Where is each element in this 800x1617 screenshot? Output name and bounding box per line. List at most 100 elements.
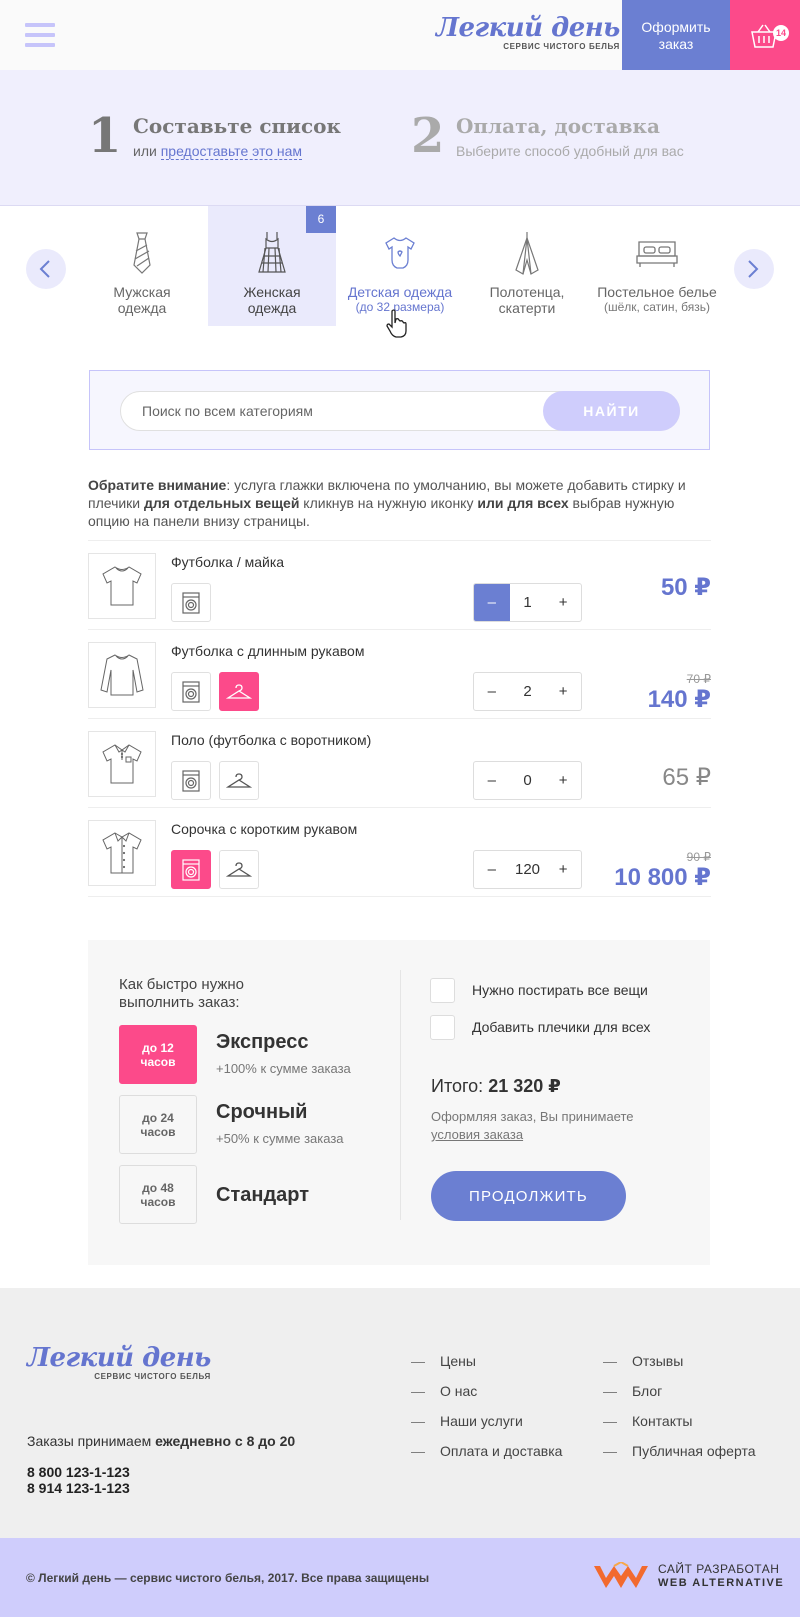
order-total: Итого: 21 320 ₽ bbox=[431, 1076, 561, 1097]
phone-number[interactable]: 8 800 123-1-123 bbox=[27, 1464, 130, 1480]
wash-toggle[interactable] bbox=[171, 583, 211, 622]
panel-divider bbox=[400, 970, 401, 1220]
category-women[interactable]: 6 Женская одежда bbox=[208, 206, 336, 326]
terms-link[interactable]: условия заказа bbox=[431, 1127, 523, 1142]
washing-machine-icon bbox=[182, 680, 200, 703]
wash-toggle[interactable] bbox=[171, 850, 211, 889]
category-bedding[interactable]: Постельное белье (шёлк, сатин, бязь) bbox=[590, 206, 724, 326]
increase-button[interactable]: + bbox=[545, 584, 581, 621]
hangers-all-checkbox[interactable] bbox=[430, 1015, 455, 1040]
item-price: 65 ₽ bbox=[662, 764, 711, 791]
quantity-value[interactable]: 0 bbox=[510, 762, 546, 799]
checkout-button[interactable]: Оформить заказ bbox=[622, 0, 730, 70]
speed-box-unit: часов bbox=[140, 1195, 176, 1209]
developer-line1: САЙТ РАЗРАБОТАН bbox=[658, 1562, 780, 1576]
item-thumbnail bbox=[88, 731, 156, 797]
long-sleeve-icon bbox=[100, 654, 144, 696]
total-value: 21 320 ₽ bbox=[488, 1076, 561, 1096]
decrease-button[interactable]: – bbox=[474, 762, 510, 799]
notice-part: кликнув на нужную иконку bbox=[299, 495, 478, 511]
footer-link-reviews[interactable]: Отзывы bbox=[603, 1353, 683, 1369]
t-shirt-icon bbox=[102, 566, 142, 606]
category-next-button[interactable] bbox=[734, 249, 774, 289]
tie-icon bbox=[133, 232, 151, 274]
quantity-stepper: – 0 + bbox=[473, 761, 582, 800]
footer-link-prices[interactable]: Цены bbox=[411, 1353, 476, 1369]
speed-box[interactable]: до 24 часов bbox=[119, 1095, 197, 1154]
list-item: Футболка с длинным рукавом – 2 + 70 ₽ 14… bbox=[88, 630, 711, 719]
item-thumbnail bbox=[88, 820, 156, 886]
speed-question: Как быстро нужно выполнить заказ: bbox=[119, 976, 245, 1011]
item-list: Футболка / майка – 1 + 50 ₽ Футболка с д… bbox=[88, 540, 711, 897]
hangers-all-label: Добавить плечики для всех bbox=[472, 1019, 651, 1035]
footer: Легкий день СЕРВИС ЧИСТОГО БЕЛЬЯ Заказы … bbox=[0, 1288, 800, 1538]
wash-all-label: Нужно постирать все вещи bbox=[472, 982, 648, 998]
footer-link-services[interactable]: Наши услуги bbox=[411, 1413, 523, 1429]
item-price: 140 ₽ bbox=[647, 686, 711, 713]
header: Легкий день СЕРВИС ЧИСТОГО БЕЛЬЯ Оформит… bbox=[0, 0, 800, 70]
continue-button[interactable]: ПРОДОЛЖИТЬ bbox=[431, 1171, 626, 1221]
footer-link-about[interactable]: О нас bbox=[411, 1383, 477, 1399]
step-number: 1 bbox=[88, 108, 122, 164]
delegate-link[interactable]: предоставьте это нам bbox=[160, 143, 303, 160]
hours-value: ежедневно с 8 до 20 bbox=[155, 1433, 296, 1449]
hours-prefix: Заказы принимаем bbox=[27, 1433, 152, 1449]
developer-text: САЙТ РАЗРАБОТАН WEB ALTERNATIVE bbox=[658, 1562, 784, 1590]
category-men[interactable]: Мужская одежда bbox=[90, 206, 194, 326]
quantity-value[interactable]: 120 bbox=[510, 851, 546, 888]
logo-name: Легкий день bbox=[436, 13, 620, 43]
cart-button[interactable]: 14 bbox=[730, 0, 800, 70]
category-sublabel: (шёлк, сатин, бязь) bbox=[604, 300, 710, 314]
category-towels[interactable]: Полотенца, скатерти bbox=[472, 206, 582, 326]
decrease-button[interactable]: – bbox=[474, 584, 510, 621]
increase-button[interactable]: + bbox=[545, 762, 581, 799]
quantity-value[interactable]: 1 bbox=[510, 584, 546, 621]
decrease-button[interactable]: – bbox=[474, 851, 510, 888]
old-price: 70 ₽ bbox=[686, 672, 711, 686]
hanger-icon bbox=[226, 683, 252, 699]
search-button[interactable]: НАЙТИ bbox=[543, 391, 680, 431]
list-item: Сорочка с коротким рукавом – 120 + 90 ₽ … bbox=[88, 808, 711, 897]
decrease-button[interactable]: – bbox=[474, 673, 510, 710]
total-label: Итого: bbox=[431, 1076, 484, 1096]
speed-note: +100% к сумме заказа bbox=[216, 1061, 351, 1076]
increase-button[interactable]: + bbox=[545, 851, 581, 888]
increase-button[interactable]: + bbox=[545, 673, 581, 710]
speed-box[interactable]: до 48 часов bbox=[119, 1165, 197, 1224]
terms-prefix: Оформляя заказ, Вы принимаете bbox=[431, 1109, 634, 1124]
category-prev-button[interactable] bbox=[26, 249, 66, 289]
hanger-toggle[interactable] bbox=[219, 761, 259, 800]
wash-toggle[interactable] bbox=[171, 672, 211, 711]
item-thumbnail bbox=[88, 642, 156, 708]
phone-number[interactable]: 8 914 123-1-123 bbox=[27, 1480, 130, 1496]
category-label: Мужская одежда bbox=[113, 284, 171, 316]
washing-machine-icon bbox=[182, 769, 200, 792]
quantity-value[interactable]: 2 bbox=[510, 673, 546, 710]
order-summary-panel: Как быстро нужно выполнить заказ: до 12 ч… bbox=[88, 940, 710, 1265]
hanger-toggle[interactable] bbox=[219, 672, 259, 711]
wash-all-checkbox[interactable] bbox=[430, 978, 455, 1003]
developer-credit[interactable]: САЙТ РАЗРАБОТАН WEB ALTERNATIVE bbox=[592, 1560, 783, 1597]
polo-shirt-icon bbox=[102, 744, 142, 784]
logo[interactable]: Легкий день СЕРВИС ЧИСТОГО БЕЛЬЯ bbox=[436, 14, 620, 51]
notice-emphasis: для отдельных вещей bbox=[144, 495, 300, 511]
speed-name: Стандарт bbox=[216, 1184, 310, 1206]
washing-machine-icon bbox=[182, 591, 200, 614]
hanger-toggle[interactable] bbox=[219, 850, 259, 889]
logo-tagline: СЕРВИС ЧИСТОГО БЕЛЬЯ bbox=[94, 1372, 211, 1381]
old-price: 90 ₽ bbox=[686, 850, 711, 864]
menu-icon[interactable] bbox=[25, 23, 55, 47]
step-title: Составьте список bbox=[133, 114, 341, 138]
bottom-bar: © Легкий день — сервис чистого белья, 20… bbox=[0, 1538, 800, 1617]
item-name: Футболка / майка bbox=[171, 554, 285, 570]
category-kids[interactable]: Детская одежда (до 32 размера) bbox=[338, 206, 462, 326]
footer-link-blog[interactable]: Блог bbox=[603, 1383, 662, 1399]
speed-box-unit: часов bbox=[140, 1125, 176, 1139]
footer-link-payment[interactable]: Оплата и доставка bbox=[411, 1443, 562, 1459]
list-item: Футболка / майка – 1 + 50 ₽ bbox=[88, 541, 711, 630]
speed-box[interactable]: до 12 часов bbox=[119, 1025, 197, 1084]
footer-logo[interactable]: Легкий день СЕРВИС ЧИСТОГО БЕЛЬЯ bbox=[27, 1344, 211, 1381]
wash-toggle[interactable] bbox=[171, 761, 211, 800]
footer-link-offer[interactable]: Публичная оферта bbox=[603, 1443, 756, 1459]
footer-link-contacts[interactable]: Контакты bbox=[603, 1413, 692, 1429]
